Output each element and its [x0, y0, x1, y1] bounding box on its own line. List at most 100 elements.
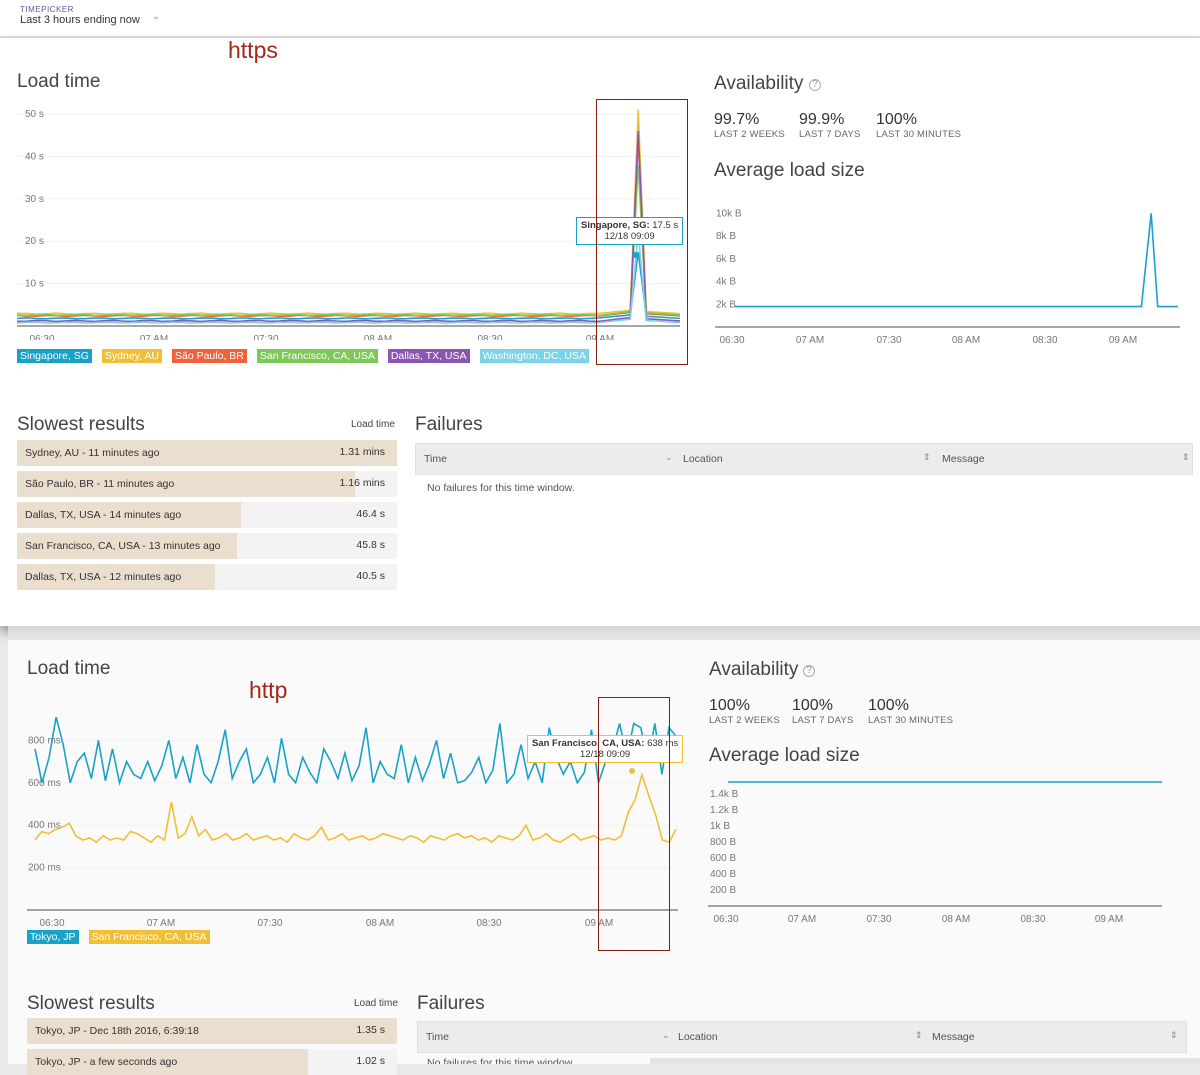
https-load-size-chart: 2k B 4k B 6k B 8k B 10k B 06:30 07 AM 07:30 08 A…	[715, 208, 1180, 346]
series-line	[16, 232, 681, 324]
x-tick-label: 07:30	[866, 914, 891, 925]
legend-item-san-francisco[interactable]: San Francisco, CA, USA	[88, 930, 210, 944]
legend-item-singapore[interactable]: Singapore, SG	[17, 349, 92, 363]
x-tick-label: 08:30	[1020, 914, 1045, 925]
sort-icon[interactable]: ⇕	[1170, 1030, 1178, 1041]
y-tick-label: 20 s	[25, 236, 44, 247]
legend-item-dallas[interactable]: Dallas, TX, USA	[387, 349, 470, 363]
failures-title: Failures	[417, 993, 485, 1014]
availability-label: LAST 30 MINUTES	[868, 715, 954, 726]
y-tick-label: 1k B	[710, 821, 730, 832]
x-tick-label: 08 AM	[366, 918, 394, 929]
y-tick-label: 600 ms	[28, 778, 61, 789]
legend-item-washington[interactable]: Washington, DC, USA	[479, 349, 589, 363]
x-tick-label: 07:30	[876, 335, 901, 346]
timepicker-label: TIMEPICKER	[20, 5, 74, 14]
col-location[interactable]: Location	[683, 453, 723, 465]
help-icon[interactable]: ?	[809, 79, 821, 91]
highlight-box	[598, 697, 670, 951]
availability-2w: 99.7% LAST 2 WEEKS	[714, 111, 785, 140]
sort-icon[interactable]: ⇕	[915, 1030, 923, 1041]
legend-item-san-francisco[interactable]: San Francisco, CA, USA	[256, 349, 378, 363]
failures-empty: No failures for this time window.	[427, 1057, 575, 1064]
help-icon[interactable]: ?	[803, 665, 815, 677]
slowest-label: Sydney, AU - 11 minutes ago	[25, 447, 160, 459]
bottom-overlay	[650, 1058, 1200, 1064]
http-load-size-chart: 200 B 400 B 600 B 800 B 1k B 1.2k B 1.4k B 06:3…	[708, 781, 1162, 925]
x-tick-label: 09 AM	[1109, 335, 1137, 346]
availability-30m: 100% LAST 30 MINUTES	[868, 697, 953, 726]
slowest-value: 40.5 s	[356, 570, 385, 582]
slowest-label: Dallas, TX, USA - 14 minutes ago	[25, 509, 182, 521]
y-tick-label: 1.2k B	[710, 805, 739, 816]
failures-empty: No failures for this time window.	[427, 482, 575, 494]
y-tick-label: 200 ms	[28, 863, 61, 874]
y-tick-label: 1.4k B	[710, 789, 739, 800]
timepicker-select[interactable]: Last 3 hours ending now	[20, 14, 140, 26]
chevron-down-icon[interactable]: ⌄	[152, 11, 160, 22]
http-legend: Tokyo, JP San Francisco, CA, USA	[27, 930, 210, 944]
x-tick-label: 07 AM	[788, 914, 816, 925]
availability-30m: 100% LAST 30 MINUTES	[876, 111, 961, 140]
availability-label: LAST 2 WEEKS	[709, 715, 780, 726]
sort-icon[interactable]: ⌄	[665, 452, 673, 463]
legend-item-sydney[interactable]: Sydney, AU	[101, 349, 162, 363]
slowest-label: Tokyo, JP - Dec 18th 2016, 6:39:18	[35, 1025, 199, 1037]
x-tick-label: 08 AM	[942, 914, 970, 925]
col-location[interactable]: Location	[678, 1031, 718, 1043]
series-line	[34, 771, 677, 844]
slowest-value: 1.35 s	[356, 1024, 385, 1036]
x-tick-label: 07 AM	[147, 918, 175, 929]
availability-7d: 100% LAST 7 DAYS	[792, 697, 854, 726]
slowest-row[interactable]: Tokyo, JP - a few seconds ago 1.02 s	[27, 1049, 397, 1075]
slowest-row[interactable]: São Paulo, BR - 11 minutes ago 1.16 mins	[17, 471, 397, 497]
load-time-title: Load time	[17, 71, 101, 92]
availability-2w: 100% LAST 2 WEEKS	[709, 697, 780, 726]
col-time[interactable]: Time	[424, 453, 447, 465]
http-load-time-chart: 200 ms400 ms600 ms800 ms06:30 07 AM 07:30 0…	[27, 716, 678, 929]
y-tick-label: 8k B	[716, 231, 736, 242]
legend-item-tokyo[interactable]: Tokyo, JP	[27, 930, 79, 944]
sort-icon[interactable]: ⇕	[1182, 452, 1190, 463]
y-tick-label: 50 s	[25, 109, 44, 120]
y-tick-label: 800 B	[710, 837, 736, 848]
slowest-results-title: Slowest results	[17, 414, 145, 435]
slowest-row[interactable]: San Francisco, CA, USA - 13 minutes ago 4…	[17, 533, 397, 559]
x-tick-label: 08 AM	[364, 334, 392, 340]
col-time[interactable]: Time	[426, 1031, 449, 1043]
y-tick-label: 40 s	[25, 151, 44, 162]
slowest-row[interactable]: Tokyo, JP - Dec 18th 2016, 6:39:18 1.35 s	[27, 1018, 397, 1044]
x-tick-label: 06:30	[29, 334, 54, 340]
x-tick-label: 09 AM	[1095, 914, 1123, 925]
slowest-results-title: Slowest results	[27, 993, 155, 1014]
slowest-row[interactable]: Dallas, TX, USA - 12 minutes ago 40.5 s	[17, 564, 397, 590]
y-tick-label: 600 B	[710, 853, 736, 864]
sort-icon[interactable]: ⇕	[923, 452, 931, 463]
availability-label: LAST 7 DAYS	[799, 129, 861, 140]
slowest-row[interactable]: Sydney, AU - 11 minutes ago 1.31 mins	[17, 440, 397, 466]
slowest-label: São Paulo, BR - 11 minutes ago	[25, 478, 175, 490]
load-size-title: Average load size	[714, 160, 865, 181]
x-tick-label: 08:30	[477, 334, 502, 340]
y-tick-label: 10k B	[716, 208, 742, 219]
availability-title: Availability	[714, 73, 804, 94]
slowest-label: Dallas, TX, USA - 12 minutes ago	[25, 571, 182, 583]
x-tick-label: 08:30	[1032, 335, 1057, 346]
series-line	[16, 251, 681, 320]
y-tick-label: 2k B	[716, 299, 736, 310]
col-message[interactable]: Message	[942, 453, 985, 465]
failures-title: Failures	[415, 414, 483, 435]
x-tick-label: 07:30	[257, 918, 282, 929]
availability-value: 99.9%	[799, 111, 845, 128]
x-tick-label: 06:30	[39, 918, 64, 929]
availability-label: LAST 7 DAYS	[792, 715, 854, 726]
https-annotation: https	[228, 37, 278, 63]
col-message[interactable]: Message	[932, 1031, 975, 1043]
slowest-row[interactable]: Dallas, TX, USA - 14 minutes ago 46.4 s	[17, 502, 397, 528]
y-tick-label: 200 B	[710, 885, 736, 896]
slowest-col-header: Load time	[351, 419, 395, 430]
y-tick-label: 10 s	[25, 279, 44, 290]
sort-icon[interactable]: ⌄	[662, 1030, 670, 1041]
legend-item-sao-paulo[interactable]: São Paulo, BR	[171, 349, 247, 363]
slowest-value: 1.31 mins	[339, 446, 385, 458]
